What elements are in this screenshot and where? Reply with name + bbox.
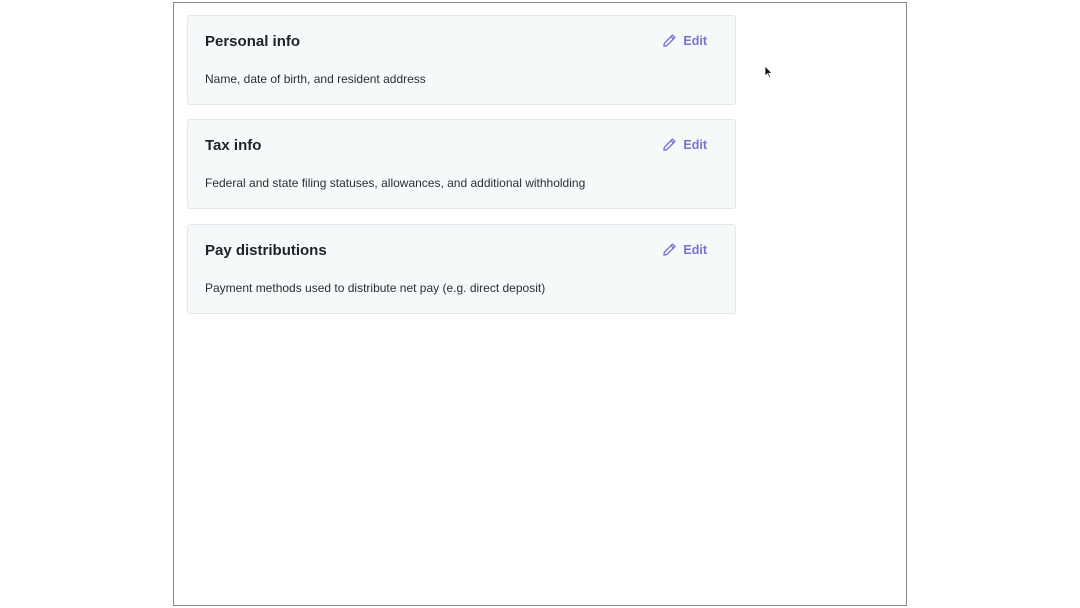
card-tax-info: Tax info Edit Federal and state filing s… [187, 119, 736, 209]
card-title: Personal info [205, 33, 301, 50]
edit-pay-distributions-button[interactable]: Edit [662, 242, 707, 257]
pencil-icon [662, 33, 677, 48]
card-pay-distributions: Pay distributions Edit Payment methods u… [187, 224, 736, 314]
pencil-icon [662, 137, 677, 152]
card-title: Tax info [205, 137, 262, 154]
content-frame: Personal info Edit Name, date of birth, … [173, 2, 907, 606]
card-description: Name, date of birth, and resident addres… [205, 72, 426, 86]
pencil-icon [662, 242, 677, 257]
card-description: Federal and state filing statuses, allow… [205, 176, 586, 190]
edit-label: Edit [683, 137, 707, 152]
edit-label: Edit [683, 242, 707, 257]
edit-personal-info-button[interactable]: Edit [662, 33, 707, 48]
card-title: Pay distributions [205, 242, 327, 259]
card-description: Payment methods used to distribute net p… [205, 281, 546, 295]
card-personal-info: Personal info Edit Name, date of birth, … [187, 15, 736, 105]
edit-label: Edit [683, 33, 707, 48]
mouse-pointer-icon [764, 65, 774, 79]
edit-tax-info-button[interactable]: Edit [662, 137, 707, 152]
